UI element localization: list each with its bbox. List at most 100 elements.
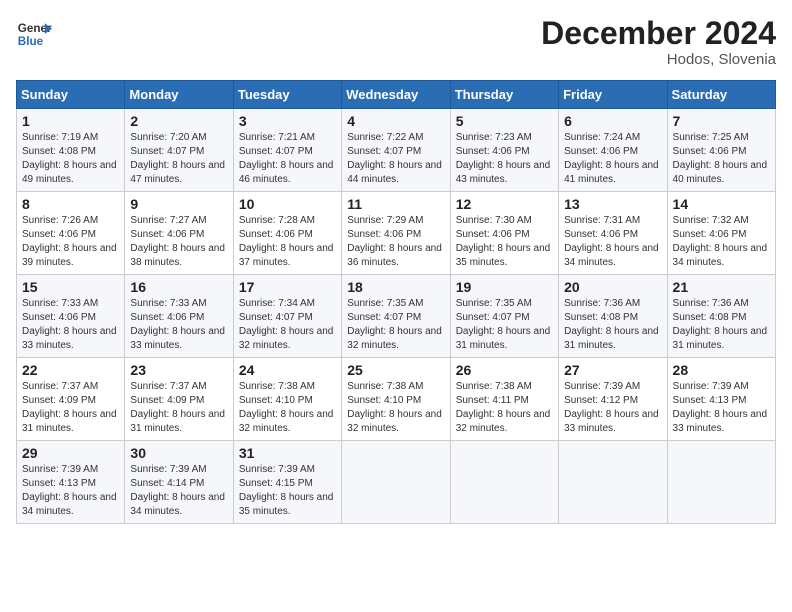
day-cell: 26 Sunrise: 7:38 AM Sunset: 4:11 PM Dayl… (450, 358, 558, 441)
column-header-thursday: Thursday (450, 81, 558, 109)
day-cell: 23 Sunrise: 7:37 AM Sunset: 4:09 PM Dayl… (125, 358, 233, 441)
day-number: 22 (22, 362, 119, 378)
day-number: 26 (456, 362, 553, 378)
day-number: 3 (239, 113, 336, 129)
day-cell: 8 Sunrise: 7:26 AM Sunset: 4:06 PM Dayli… (17, 192, 125, 275)
day-info: Sunrise: 7:35 AM Sunset: 4:07 PM Dayligh… (347, 297, 444, 353)
day-cell (667, 441, 775, 524)
day-info: Sunrise: 7:21 AM Sunset: 4:07 PM Dayligh… (239, 131, 336, 187)
day-number: 30 (130, 445, 227, 461)
day-info: Sunrise: 7:26 AM Sunset: 4:06 PM Dayligh… (22, 214, 119, 270)
day-info: Sunrise: 7:37 AM Sunset: 4:09 PM Dayligh… (130, 380, 227, 436)
day-cell: 12 Sunrise: 7:30 AM Sunset: 4:06 PM Dayl… (450, 192, 558, 275)
week-row-5: 29 Sunrise: 7:39 AM Sunset: 4:13 PM Dayl… (17, 441, 776, 524)
day-cell: 24 Sunrise: 7:38 AM Sunset: 4:10 PM Dayl… (233, 358, 341, 441)
day-number: 11 (347, 196, 444, 212)
header-row: SundayMondayTuesdayWednesdayThursdayFrid… (17, 81, 776, 109)
day-cell: 7 Sunrise: 7:25 AM Sunset: 4:06 PM Dayli… (667, 109, 775, 192)
day-number: 6 (564, 113, 661, 129)
day-info: Sunrise: 7:38 AM Sunset: 4:10 PM Dayligh… (347, 380, 444, 436)
day-info: Sunrise: 7:39 AM Sunset: 4:12 PM Dayligh… (564, 380, 661, 436)
title-block: December 2024 Hodos, Slovenia (541, 16, 776, 68)
day-number: 10 (239, 196, 336, 212)
day-number: 2 (130, 113, 227, 129)
day-info: Sunrise: 7:33 AM Sunset: 4:06 PM Dayligh… (130, 297, 227, 353)
day-cell: 22 Sunrise: 7:37 AM Sunset: 4:09 PM Dayl… (17, 358, 125, 441)
day-number: 8 (22, 196, 119, 212)
day-number: 4 (347, 113, 444, 129)
day-number: 16 (130, 279, 227, 295)
day-cell: 31 Sunrise: 7:39 AM Sunset: 4:15 PM Dayl… (233, 441, 341, 524)
day-info: Sunrise: 7:31 AM Sunset: 4:06 PM Dayligh… (564, 214, 661, 270)
day-number: 29 (22, 445, 119, 461)
day-cell: 16 Sunrise: 7:33 AM Sunset: 4:06 PM Dayl… (125, 275, 233, 358)
day-number: 20 (564, 279, 661, 295)
column-header-monday: Monday (125, 81, 233, 109)
day-info: Sunrise: 7:38 AM Sunset: 4:10 PM Dayligh… (239, 380, 336, 436)
day-cell: 21 Sunrise: 7:36 AM Sunset: 4:08 PM Dayl… (667, 275, 775, 358)
day-info: Sunrise: 7:25 AM Sunset: 4:06 PM Dayligh… (673, 131, 770, 187)
day-info: Sunrise: 7:38 AM Sunset: 4:11 PM Dayligh… (456, 380, 553, 436)
column-header-wednesday: Wednesday (342, 81, 450, 109)
day-info: Sunrise: 7:24 AM Sunset: 4:06 PM Dayligh… (564, 131, 661, 187)
day-info: Sunrise: 7:33 AM Sunset: 4:06 PM Dayligh… (22, 297, 119, 353)
day-cell: 6 Sunrise: 7:24 AM Sunset: 4:06 PM Dayli… (559, 109, 667, 192)
day-number: 18 (347, 279, 444, 295)
week-row-3: 15 Sunrise: 7:33 AM Sunset: 4:06 PM Dayl… (17, 275, 776, 358)
day-cell: 11 Sunrise: 7:29 AM Sunset: 4:06 PM Dayl… (342, 192, 450, 275)
day-cell: 19 Sunrise: 7:35 AM Sunset: 4:07 PM Dayl… (450, 275, 558, 358)
column-header-tuesday: Tuesday (233, 81, 341, 109)
week-row-2: 8 Sunrise: 7:26 AM Sunset: 4:06 PM Dayli… (17, 192, 776, 275)
day-info: Sunrise: 7:30 AM Sunset: 4:06 PM Dayligh… (456, 214, 553, 270)
day-info: Sunrise: 7:20 AM Sunset: 4:07 PM Dayligh… (130, 131, 227, 187)
day-info: Sunrise: 7:28 AM Sunset: 4:06 PM Dayligh… (239, 214, 336, 270)
day-cell: 29 Sunrise: 7:39 AM Sunset: 4:13 PM Dayl… (17, 441, 125, 524)
day-cell: 18 Sunrise: 7:35 AM Sunset: 4:07 PM Dayl… (342, 275, 450, 358)
day-info: Sunrise: 7:29 AM Sunset: 4:06 PM Dayligh… (347, 214, 444, 270)
day-cell: 17 Sunrise: 7:34 AM Sunset: 4:07 PM Dayl… (233, 275, 341, 358)
day-number: 15 (22, 279, 119, 295)
day-cell: 15 Sunrise: 7:33 AM Sunset: 4:06 PM Dayl… (17, 275, 125, 358)
svg-text:Blue: Blue (18, 35, 44, 48)
day-info: Sunrise: 7:22 AM Sunset: 4:07 PM Dayligh… (347, 131, 444, 187)
day-number: 1 (22, 113, 119, 129)
day-info: Sunrise: 7:35 AM Sunset: 4:07 PM Dayligh… (456, 297, 553, 353)
day-cell (559, 441, 667, 524)
column-header-saturday: Saturday (667, 81, 775, 109)
day-number: 9 (130, 196, 227, 212)
day-info: Sunrise: 7:19 AM Sunset: 4:08 PM Dayligh… (22, 131, 119, 187)
day-number: 5 (456, 113, 553, 129)
day-info: Sunrise: 7:39 AM Sunset: 4:13 PM Dayligh… (22, 463, 119, 519)
day-number: 13 (564, 196, 661, 212)
logo-icon: General Blue (16, 16, 52, 52)
day-number: 7 (673, 113, 770, 129)
day-cell: 13 Sunrise: 7:31 AM Sunset: 4:06 PM Dayl… (559, 192, 667, 275)
day-number: 28 (673, 362, 770, 378)
week-row-4: 22 Sunrise: 7:37 AM Sunset: 4:09 PM Dayl… (17, 358, 776, 441)
day-cell: 4 Sunrise: 7:22 AM Sunset: 4:07 PM Dayli… (342, 109, 450, 192)
day-cell: 28 Sunrise: 7:39 AM Sunset: 4:13 PM Dayl… (667, 358, 775, 441)
column-header-sunday: Sunday (17, 81, 125, 109)
day-cell: 20 Sunrise: 7:36 AM Sunset: 4:08 PM Dayl… (559, 275, 667, 358)
day-cell: 3 Sunrise: 7:21 AM Sunset: 4:07 PM Dayli… (233, 109, 341, 192)
day-number: 31 (239, 445, 336, 461)
day-info: Sunrise: 7:37 AM Sunset: 4:09 PM Dayligh… (22, 380, 119, 436)
day-number: 27 (564, 362, 661, 378)
day-info: Sunrise: 7:39 AM Sunset: 4:13 PM Dayligh… (673, 380, 770, 436)
day-info: Sunrise: 7:34 AM Sunset: 4:07 PM Dayligh… (239, 297, 336, 353)
day-info: Sunrise: 7:39 AM Sunset: 4:15 PM Dayligh… (239, 463, 336, 519)
day-cell: 2 Sunrise: 7:20 AM Sunset: 4:07 PM Dayli… (125, 109, 233, 192)
day-number: 21 (673, 279, 770, 295)
day-cell (450, 441, 558, 524)
day-number: 14 (673, 196, 770, 212)
month-title: December 2024 (541, 16, 776, 51)
day-cell: 14 Sunrise: 7:32 AM Sunset: 4:06 PM Dayl… (667, 192, 775, 275)
day-cell: 1 Sunrise: 7:19 AM Sunset: 4:08 PM Dayli… (17, 109, 125, 192)
page-header: General Blue December 2024 Hodos, Sloven… (16, 16, 776, 68)
day-cell (342, 441, 450, 524)
day-info: Sunrise: 7:36 AM Sunset: 4:08 PM Dayligh… (564, 297, 661, 353)
calendar-table: SundayMondayTuesdayWednesdayThursdayFrid… (16, 80, 776, 524)
day-number: 19 (456, 279, 553, 295)
day-info: Sunrise: 7:32 AM Sunset: 4:06 PM Dayligh… (673, 214, 770, 270)
day-cell: 5 Sunrise: 7:23 AM Sunset: 4:06 PM Dayli… (450, 109, 558, 192)
